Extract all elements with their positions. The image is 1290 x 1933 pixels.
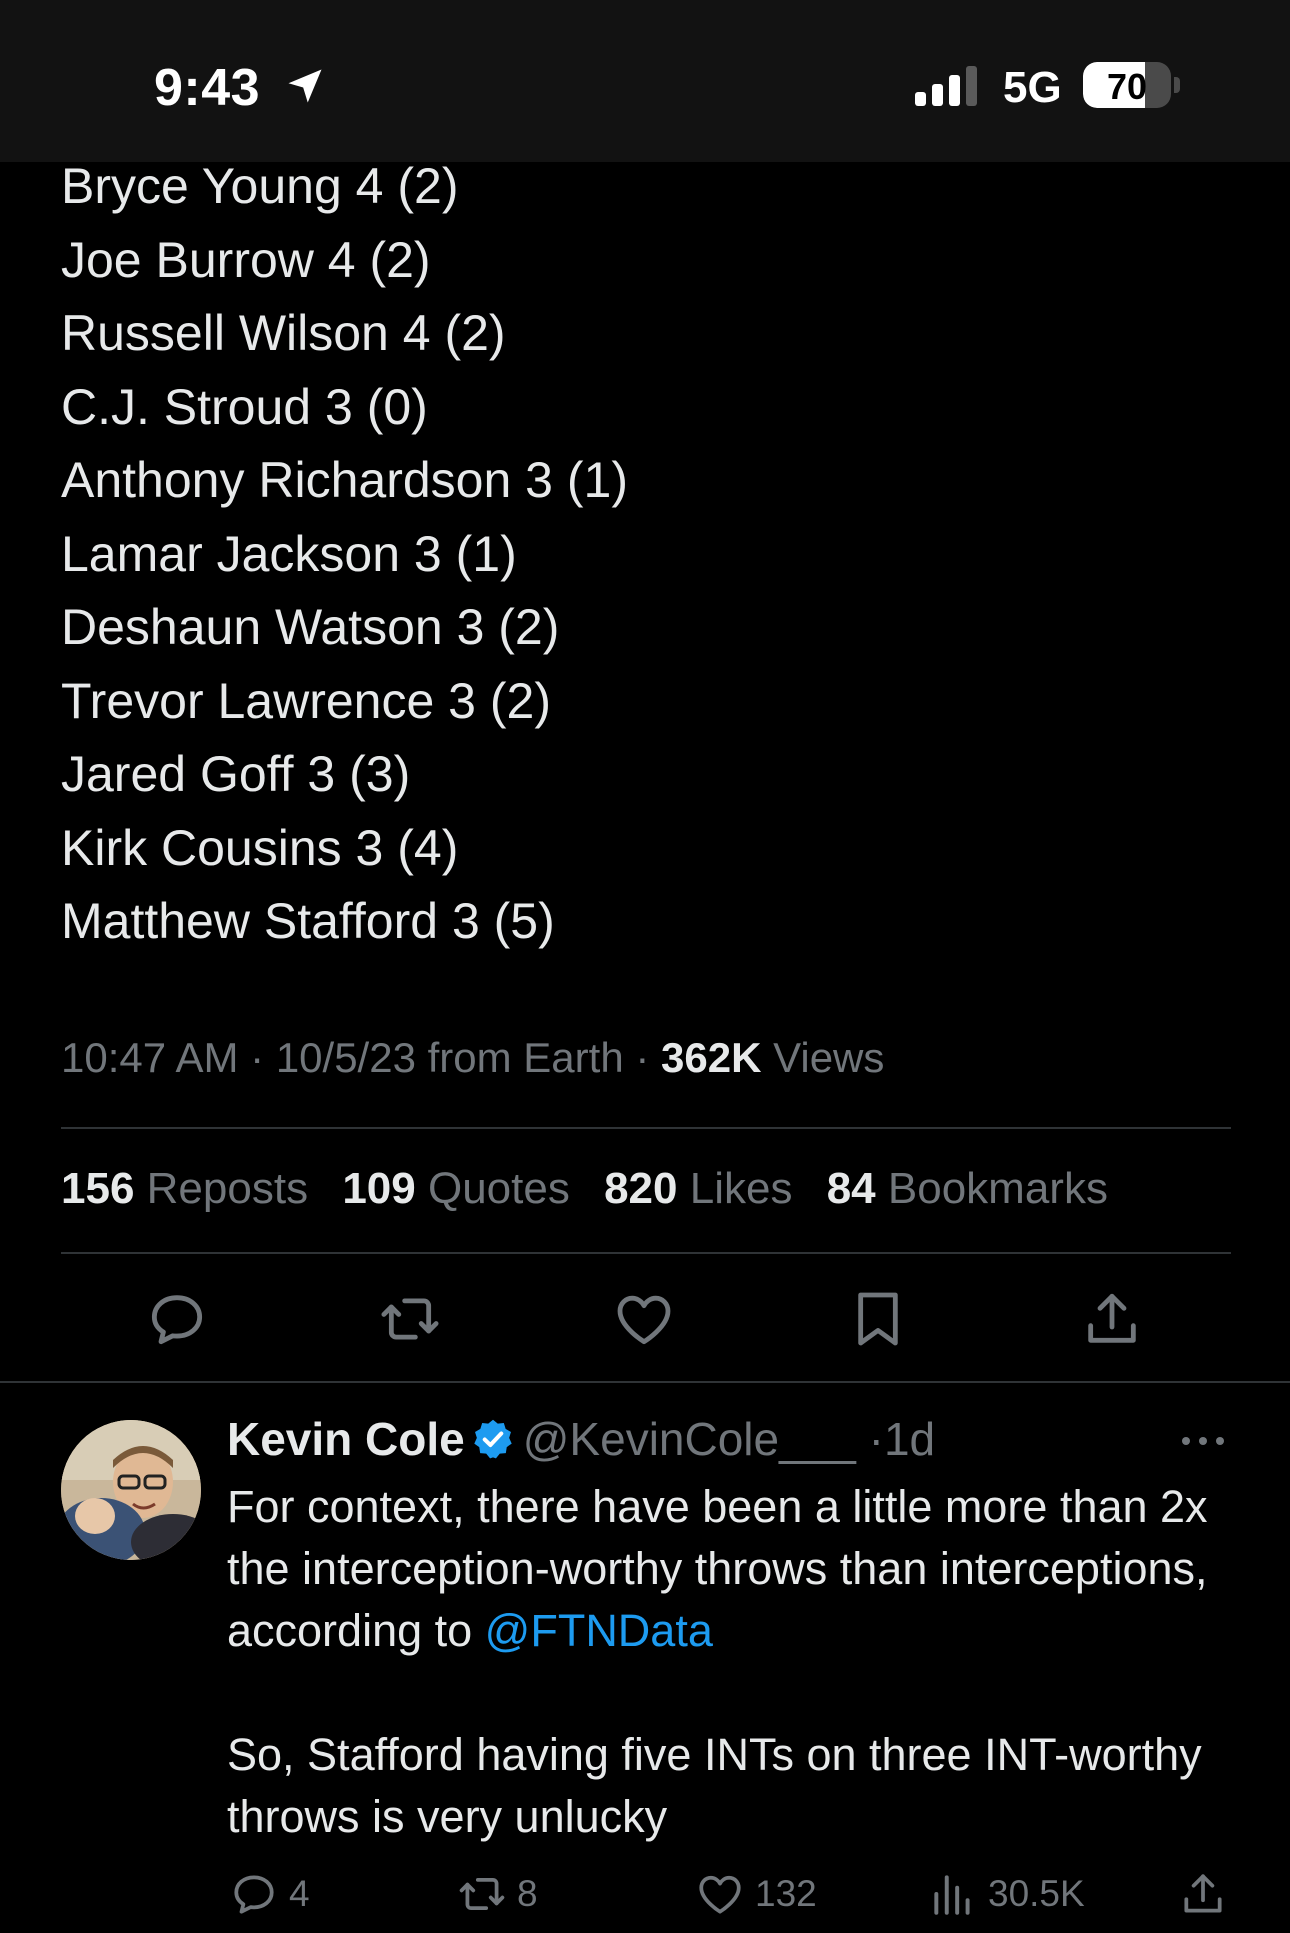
location-arrow-icon <box>288 69 322 103</box>
reply-like-button[interactable]: 132 <box>695 1866 817 1922</box>
reply-views-button[interactable]: 30.5K <box>928 1866 1085 1922</box>
view-count: 30.5K <box>988 1873 1085 1914</box>
section-divider <box>0 1381 1290 1383</box>
reply-paragraph: So, Stafford having five INTs on three I… <box>227 1729 1202 1842</box>
reply-text: For context, there have been a little mo… <box>227 1476 1247 1848</box>
post-source: from Earth <box>427 1034 624 1081</box>
views-label[interactable]: Views <box>773 1034 884 1081</box>
views-icon <box>934 1875 970 1915</box>
reply-text-part: For context, there have been a little mo… <box>227 1481 1208 1656</box>
status-bar: 9:43 5G 70 <box>0 0 1290 162</box>
share-icon[interactable] <box>1080 1287 1144 1351</box>
quotes-label: Quotes <box>427 1164 570 1213</box>
list-item: C.J. Stroud 3 (0) <box>61 378 428 435</box>
status-time: 9:43 <box>154 59 261 117</box>
reply-action-bar: 4 8 132 30.5K <box>0 1866 1290 1922</box>
engagement-stats: 156 Reposts 109 Quotes 820 Likes 84 Book… <box>61 1164 1130 1214</box>
verified-badge-icon[interactable] <box>471 1417 515 1461</box>
divider <box>61 1127 1231 1129</box>
reply-handle[interactable]: @KevinCole___ <box>523 1413 856 1465</box>
repost-icon[interactable] <box>378 1287 442 1351</box>
ranking-list: Bryce Young 4 (2) Joe Burrow 4 (2) Russe… <box>61 153 628 962</box>
reply-header: Kevin Cole @KevinCole___ ·1d <box>227 1412 935 1472</box>
reply-author-name[interactable]: Kevin Cole <box>227 1413 465 1465</box>
meta-separator: · <box>250 1034 265 1081</box>
post-action-bar <box>0 1287 1290 1351</box>
post-time: 10:47 AM <box>61 1034 239 1081</box>
post-meta: 10:47 AM · 10/5/23 from Earth · 362K Vie… <box>61 1034 884 1082</box>
list-item: Deshaun Watson 3 (2) <box>61 599 560 655</box>
reply-repost-button[interactable]: 8 <box>457 1866 538 1922</box>
mention-link[interactable]: @FTNData <box>485 1605 713 1656</box>
post-date: 10/5/23 <box>275 1034 416 1081</box>
quotes-count: 109 <box>342 1164 416 1213</box>
bookmarks-label: Bookmarks <box>887 1164 1108 1213</box>
battery-cap <box>1174 77 1180 93</box>
more-options-icon[interactable] <box>1178 1426 1228 1456</box>
list-item: Matthew Stafford 3 (5) <box>61 893 555 949</box>
list-item: Kirk Cousins 3 (4) <box>61 819 459 876</box>
quotes-stat[interactable]: 109 Quotes <box>342 1164 570 1213</box>
list-item: Anthony Richardson 3 (1) <box>61 452 628 508</box>
reply-paragraph: For context, there have been a little mo… <box>227 1476 1247 1662</box>
reposts-count: 156 <box>61 1164 135 1213</box>
bookmark-icon[interactable] <box>846 1287 910 1351</box>
reply-separator: · <box>868 1413 884 1465</box>
avatar[interactable] <box>61 1420 201 1560</box>
list-item: Lamar Jackson 3 (1) <box>61 525 517 582</box>
share-icon <box>1184 1874 1222 1913</box>
reply-icon <box>234 1875 274 1914</box>
bookmarks-count: 84 <box>826 1164 876 1213</box>
bookmarks-stat[interactable]: 84 Bookmarks <box>827 1164 1108 1213</box>
list-item: Joe Burrow 4 (2) <box>61 231 431 288</box>
network-label: 5G <box>1003 63 1062 112</box>
reply-share-button[interactable] <box>1178 1866 1228 1922</box>
reply-count: 4 <box>289 1873 310 1914</box>
list-item: Jared Goff 3 (3) <box>61 746 411 802</box>
battery-level: 70 <box>1106 66 1148 107</box>
repost-icon <box>459 1877 505 1911</box>
reply-time[interactable]: 1d <box>884 1413 935 1465</box>
views-count[interactable]: 362K <box>661 1034 761 1081</box>
like-icon[interactable] <box>612 1287 676 1351</box>
meta-separator: · <box>635 1034 650 1081</box>
like-count: 132 <box>755 1873 817 1914</box>
list-item: Russell Wilson 4 (2) <box>61 305 506 361</box>
list-item: Bryce Young 4 (2) <box>61 158 459 214</box>
divider <box>61 1252 1231 1254</box>
battery-icon: 70 <box>1083 62 1171 108</box>
reposts-label: Reposts <box>146 1164 309 1213</box>
reply-icon[interactable] <box>145 1287 209 1351</box>
reposts-stat[interactable]: 156 Reposts <box>61 1164 308 1213</box>
likes-count: 820 <box>604 1164 678 1213</box>
cellular-signal-icon <box>915 66 977 106</box>
avatar-image <box>61 1420 201 1560</box>
likes-label: Likes <box>689 1164 793 1213</box>
reply-reply-button[interactable]: 4 <box>229 1866 310 1922</box>
list-item: Trevor Lawrence 3 (2) <box>61 672 551 729</box>
likes-stat[interactable]: 820 Likes <box>604 1164 792 1213</box>
like-icon <box>699 1875 741 1914</box>
repost-count: 8 <box>517 1873 538 1914</box>
